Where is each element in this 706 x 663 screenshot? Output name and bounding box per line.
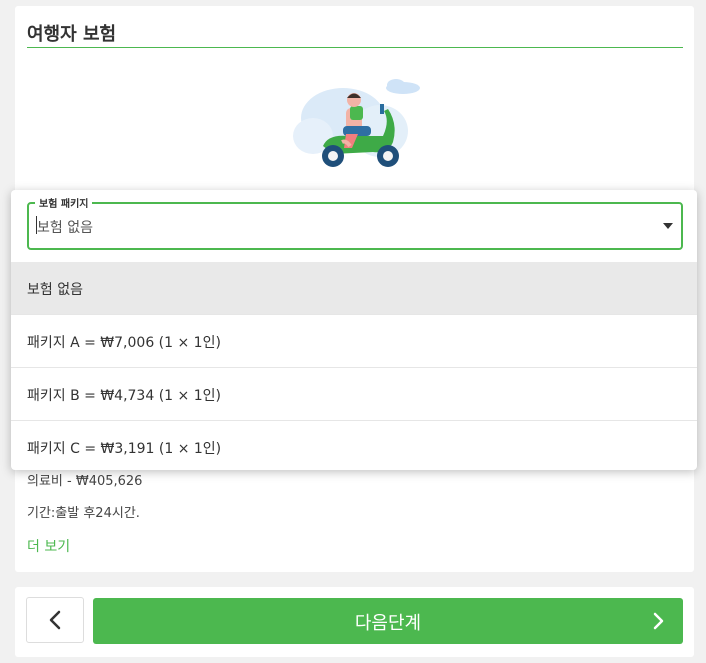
title-divider [27,47,683,48]
insurance-package-value: 보험 없음 [37,220,93,236]
option-list: 보험 없음 패키지 A = ₩7,006 (1 × 1인) 패키지 B = ₩4… [11,262,697,473]
back-button[interactable] [26,597,84,643]
option-label: 패키지 B = ₩4,734 (1 × 1인) [27,388,221,404]
scooter-illustration [293,79,420,167]
section-title: 여행자 보험 [27,24,117,45]
next-step-button[interactable]: 다음단계 [93,598,683,644]
option-label: 패키지 C = ₩3,191 (1 × 1인) [27,441,222,457]
insurance-package-label: 보험 패키지 [35,195,93,210]
more-link[interactable]: 더 보기 [27,536,70,556]
option-label: 패키지 A = ₩7,006 (1 × 1인) [27,335,221,351]
footer-nav: 다음단계 [15,587,694,657]
caret-down-icon[interactable] [663,223,673,229]
insurance-package-dropdown: 보험 패키지 보험 없음 보험 없음 패키지 A = ₩7,006 (1 × 1… [11,190,697,470]
option-no-insurance[interactable]: 보험 없음 [11,262,697,314]
chevron-right-icon [653,612,664,630]
coverage-period-text: 기간:출발 후24시간. [27,506,140,521]
next-step-label: 다음단계 [354,613,422,634]
option-label: 보험 없음 [27,282,83,298]
option-package-c[interactable]: 패키지 C = ₩3,191 (1 × 1인) [11,420,697,473]
chevron-left-icon [49,610,61,630]
option-package-a[interactable]: 패키지 A = ₩7,006 (1 × 1인) [11,314,697,367]
option-package-b[interactable]: 패키지 B = ₩4,734 (1 × 1인) [11,367,697,420]
insurance-package-select[interactable]: 보험 패키지 보험 없음 [27,195,683,250]
